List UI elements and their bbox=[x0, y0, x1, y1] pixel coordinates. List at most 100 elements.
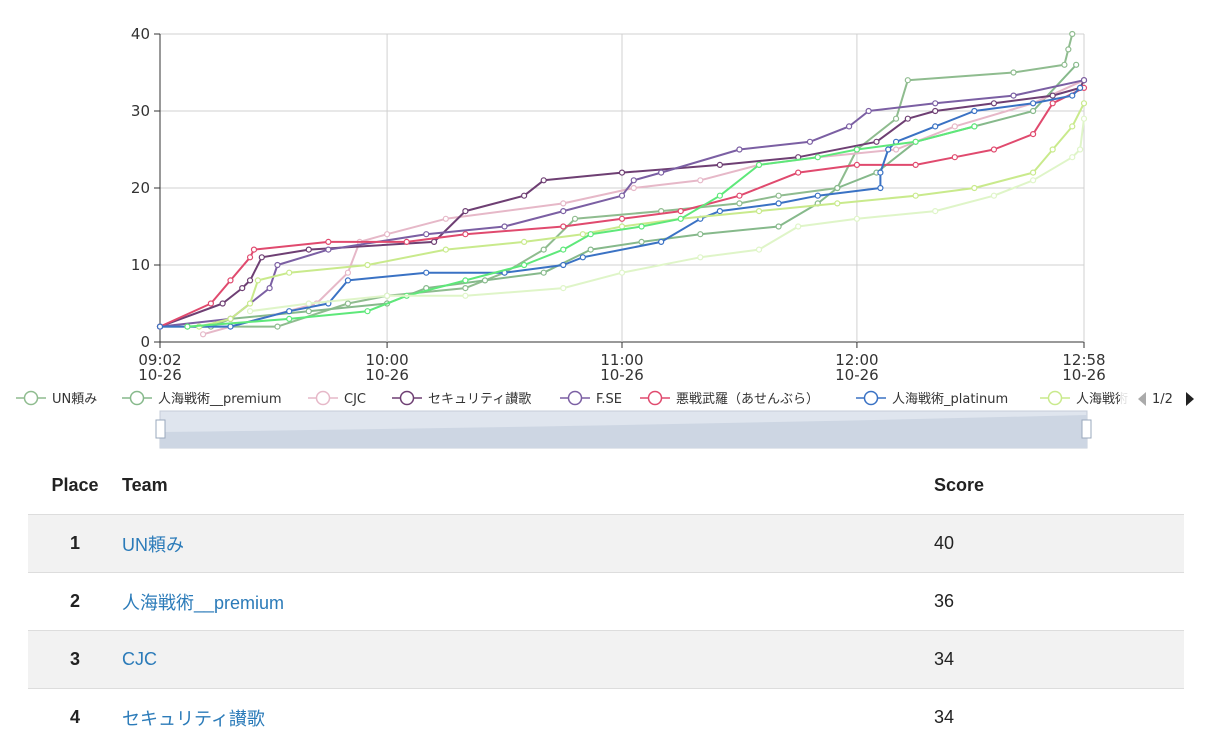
data-point bbox=[795, 169, 802, 176]
series-8 bbox=[196, 100, 1088, 330]
x-tick-date-label: 10-26 bbox=[365, 366, 409, 384]
data-point bbox=[618, 169, 626, 176]
data-point bbox=[775, 192, 782, 199]
data-point bbox=[560, 208, 567, 215]
data-point bbox=[932, 100, 939, 107]
y-tick-label: 40 bbox=[131, 25, 150, 43]
score-cell: 34 bbox=[934, 688, 1184, 746]
data-point bbox=[501, 223, 508, 230]
zoom-slider[interactable] bbox=[155, 410, 1092, 449]
scoreboard-table: Place Team Score 1 UN頼み 40 2 人海戦術__premi… bbox=[28, 456, 1184, 746]
series-line bbox=[187, 33, 1074, 328]
legend-item[interactable]: CJC bbox=[308, 390, 366, 408]
legend-label: CJC bbox=[344, 392, 366, 407]
data-point bbox=[873, 138, 880, 145]
data-point bbox=[912, 138, 919, 145]
data-point bbox=[430, 238, 438, 245]
data-point bbox=[912, 161, 919, 168]
data-point bbox=[1076, 84, 1084, 92]
y-tick-label: 10 bbox=[131, 256, 150, 274]
data-point bbox=[344, 269, 352, 276]
data-point bbox=[638, 238, 645, 245]
legend-item[interactable]: UN頼み bbox=[16, 390, 97, 408]
legend-next-icon[interactable] bbox=[1186, 392, 1194, 406]
legend-item[interactable]: 悪戦武羅（あせんぶら） bbox=[640, 390, 819, 408]
x-tick-date-label: 10-26 bbox=[1062, 366, 1106, 384]
data-point bbox=[1030, 177, 1037, 184]
place-cell: 4 bbox=[28, 688, 122, 746]
series-line bbox=[187, 125, 975, 328]
data-point bbox=[587, 246, 594, 253]
zoom-handle-left[interactable] bbox=[155, 419, 166, 439]
series-9 bbox=[184, 123, 978, 330]
legend-item[interactable]: 人海戦術_platinum bbox=[856, 390, 1008, 408]
chart-grid bbox=[159, 33, 1085, 343]
header-place: Place bbox=[51, 474, 99, 495]
data-point bbox=[1030, 169, 1037, 176]
data-point bbox=[658, 238, 665, 245]
legend-item[interactable]: セキュリティ讃歌 bbox=[392, 390, 531, 408]
place-cell: 1 bbox=[28, 514, 122, 573]
data-point bbox=[246, 308, 254, 315]
data-point bbox=[462, 292, 469, 299]
zoom-handle-right[interactable] bbox=[1081, 419, 1092, 439]
series-line bbox=[160, 87, 1081, 328]
data-point bbox=[207, 300, 214, 307]
team-link[interactable]: 人海戦術__premium bbox=[122, 593, 284, 613]
legend-item[interactable]: 人海戦術__premium bbox=[122, 390, 282, 408]
data-point bbox=[877, 169, 884, 176]
data-point bbox=[697, 231, 704, 238]
data-point bbox=[344, 300, 352, 307]
data-point bbox=[462, 277, 469, 284]
data-point bbox=[403, 238, 410, 245]
team-link[interactable]: CJC bbox=[122, 649, 157, 669]
legend-prev-icon[interactable] bbox=[1138, 392, 1146, 406]
data-point bbox=[274, 261, 281, 269]
data-point bbox=[892, 146, 900, 153]
team-link[interactable]: セキュリティ讃歌 bbox=[122, 709, 265, 729]
data-point bbox=[462, 285, 469, 292]
y-tick-label: 20 bbox=[131, 179, 150, 197]
data-point bbox=[1049, 146, 1056, 153]
data-point bbox=[305, 308, 312, 315]
data-point bbox=[775, 200, 782, 207]
data-point bbox=[1076, 146, 1084, 153]
data-point bbox=[199, 331, 207, 338]
data-point bbox=[951, 154, 958, 161]
data-point bbox=[932, 107, 939, 115]
table-row: 2 人海戦術__premium 36 bbox=[28, 572, 1184, 631]
data-point bbox=[246, 254, 254, 261]
legend-item[interactable]: F.SE bbox=[560, 390, 622, 408]
data-point bbox=[990, 146, 998, 153]
legend-marker bbox=[129, 390, 145, 406]
data-point bbox=[1069, 30, 1076, 38]
team-link[interactable]: UN頼み bbox=[122, 535, 184, 555]
header-team: Team bbox=[122, 474, 168, 495]
legend-label: 悪戦武羅（あせんぶら） bbox=[676, 392, 819, 407]
data-point bbox=[1073, 61, 1080, 68]
legend-item[interactable]: 人海戦術 bbox=[1040, 390, 1128, 408]
data-point bbox=[990, 192, 998, 199]
legend-marker bbox=[567, 390, 583, 406]
data-point bbox=[540, 177, 547, 184]
data-point bbox=[697, 254, 704, 261]
data-point bbox=[227, 323, 234, 330]
data-point bbox=[587, 231, 594, 238]
data-point bbox=[227, 315, 234, 322]
data-point bbox=[638, 223, 645, 230]
data-point bbox=[1080, 100, 1088, 107]
table-header-row: Place Team Score bbox=[28, 456, 1184, 515]
data-point bbox=[1069, 92, 1076, 99]
data-point bbox=[254, 277, 261, 284]
data-point bbox=[560, 223, 567, 230]
data-point bbox=[736, 192, 743, 199]
y-tick-label: 0 bbox=[140, 333, 150, 351]
data-point bbox=[834, 184, 841, 192]
data-point bbox=[971, 123, 978, 130]
data-point bbox=[540, 246, 547, 253]
data-point bbox=[618, 215, 626, 222]
data-point bbox=[1069, 123, 1076, 130]
data-point bbox=[885, 146, 892, 153]
series-7 bbox=[156, 84, 1084, 330]
legend-label: セキュリティ讃歌 bbox=[428, 392, 531, 407]
